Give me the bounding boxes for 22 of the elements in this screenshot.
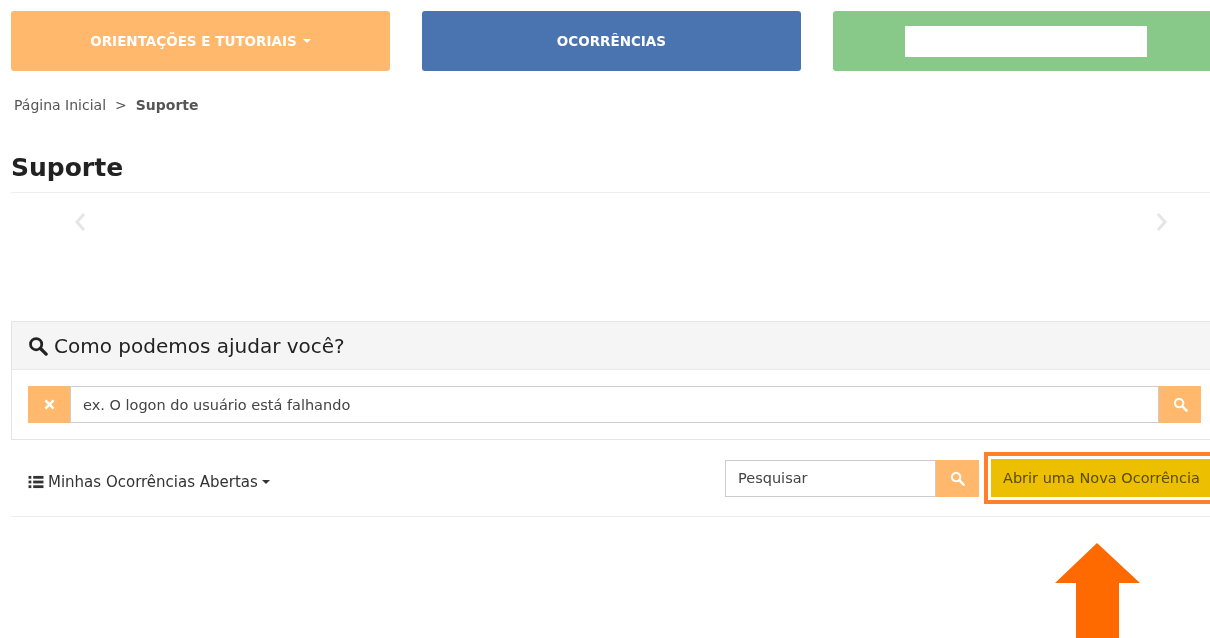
panel-heading: Como podemos ajudar você? xyxy=(54,333,345,358)
search-button[interactable] xyxy=(1159,386,1201,423)
list-icon xyxy=(28,475,44,489)
arrow-up-icon xyxy=(1055,543,1140,638)
new-case-button[interactable]: Abrir uma Nova Ocorrência xyxy=(991,459,1210,497)
page-title: Suporte xyxy=(11,153,125,182)
breadcrumb-link[interactable]: Página Inicial xyxy=(14,97,107,113)
clear-button[interactable] xyxy=(28,386,70,423)
nav-button[interactable]: OCORRÊNCIAS xyxy=(421,11,801,71)
search-icon xyxy=(28,335,48,356)
breadcrumb-current: Suporte xyxy=(135,97,199,113)
search-field[interactable]: ex. O logon do usuário está falhando xyxy=(70,386,1159,423)
search-icon xyxy=(950,470,965,486)
chevron-left-icon xyxy=(74,211,87,233)
cases-dropdown[interactable]: Minhas Ocorrências Abertas xyxy=(28,473,270,491)
nav-button[interactable] xyxy=(832,11,1210,71)
breadcrumb-separator: > xyxy=(115,97,127,113)
close-icon xyxy=(42,398,56,411)
chevron-right-icon xyxy=(1155,211,1168,233)
search-icon xyxy=(1172,397,1188,412)
search-button[interactable] xyxy=(936,459,979,497)
search-field[interactable]: Pesquisar xyxy=(725,459,936,497)
